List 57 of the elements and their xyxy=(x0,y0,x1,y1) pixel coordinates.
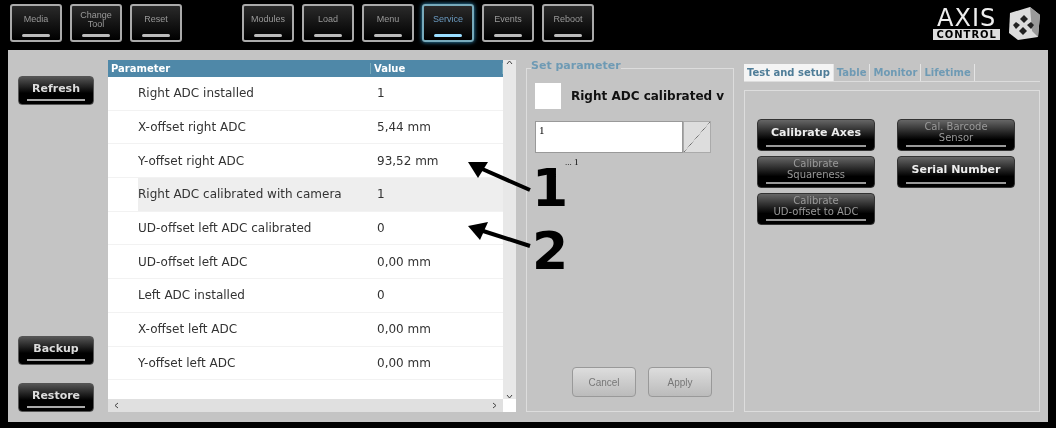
table-row[interactable]: Right ADC calibrated with camera 1 xyxy=(108,178,503,212)
table-cell-text: 0,00 mm xyxy=(376,355,432,370)
table-cell-text: Right ADC installed xyxy=(137,86,255,101)
table-cell-text: 93,52 mm xyxy=(376,153,440,168)
tab[interactable]: Test and setup xyxy=(744,64,834,81)
table-row[interactable]: X-offset left ADC 0,00 mm xyxy=(108,312,503,347)
scroll-up-icon[interactable] xyxy=(506,60,513,65)
table-cell-text: Left ADC installed xyxy=(137,288,246,303)
table-cell-text: X-offset right ADC xyxy=(137,120,247,135)
toolbar-button[interactable]: Media xyxy=(10,4,62,42)
table-cell-text: 0 xyxy=(376,288,386,303)
side-button[interactable]: Restore xyxy=(18,383,94,412)
table-row[interactable]: Y-offset left ADC 0,00 mm xyxy=(108,346,503,381)
callout-number: 2 xyxy=(532,231,569,273)
table-row[interactable]: Left ADC installed 0 xyxy=(108,279,503,313)
action-button[interactable]: Calibrate Axes xyxy=(757,119,875,151)
toolbar-button[interactable]: Menu xyxy=(362,4,414,42)
table-cell-text: 1 xyxy=(376,187,386,202)
callout-arrow xyxy=(466,160,534,194)
scroll-left-icon[interactable] xyxy=(114,402,119,409)
toolbar-button[interactable]: Reset xyxy=(130,4,182,42)
table-cell-text: 0,00 mm xyxy=(376,322,432,337)
table-cell-text: Right ADC calibrated with camera xyxy=(137,187,343,202)
toolbar-button[interactable]: Events xyxy=(482,4,534,42)
table-cell-text: Y-offset left ADC xyxy=(137,355,237,370)
parameter-swatch xyxy=(535,83,561,109)
panel-legend: Set parameter xyxy=(531,59,621,72)
toolbar-button[interactable]: Reboot xyxy=(542,4,594,42)
toolbar-button[interactable]: Service xyxy=(422,4,474,42)
logo-text: AXIS xyxy=(937,6,997,29)
scroll-down-icon[interactable] xyxy=(506,394,513,399)
toolbar-button[interactable]: Load xyxy=(302,4,354,42)
table-cell-text: 5,44 mm xyxy=(376,120,432,135)
table-cell-text: UD-offset left ADC xyxy=(137,254,249,269)
parameter-name: Right ADC calibrated v xyxy=(571,89,725,103)
value-field[interactable]: 1 xyxy=(535,121,683,153)
table-cell-text: UD-offset left ADC calibrated xyxy=(137,221,313,236)
column-header[interactable]: Parameter xyxy=(108,63,371,74)
table-cell-text: 0 xyxy=(376,221,386,236)
table-row[interactable]: Right ADC installed 1 xyxy=(108,77,503,111)
table-row[interactable]: UD-offset left ADC 0,00 mm xyxy=(108,245,503,280)
horizontal-scrollbar[interactable] xyxy=(108,399,503,412)
logo-subtext: CONTROL xyxy=(933,28,1000,40)
table-cell-text: Y-offset right ADC xyxy=(137,153,246,168)
cube-logo-icon xyxy=(1006,5,1042,41)
vertical-scrollbar[interactable] xyxy=(503,60,516,399)
table-row[interactable]: X-offset right ADC 5,44 mm xyxy=(108,110,503,145)
toolbar-button[interactable]: Change Tool xyxy=(70,4,122,42)
action-button[interactable]: Serial Number xyxy=(897,156,1015,188)
refresh-button[interactable]: Refresh xyxy=(18,76,94,105)
toolbar-button[interactable]: Modules xyxy=(242,4,294,42)
table-cell-text: 1 xyxy=(376,86,386,101)
range-text: ... 1 xyxy=(565,157,580,167)
side-button[interactable]: Backup xyxy=(18,336,94,365)
scroll-right-icon[interactable] xyxy=(492,402,497,409)
table-cell-text: 0,00 mm xyxy=(376,254,432,269)
table-cell-text: X-offset left ADC xyxy=(137,322,239,337)
